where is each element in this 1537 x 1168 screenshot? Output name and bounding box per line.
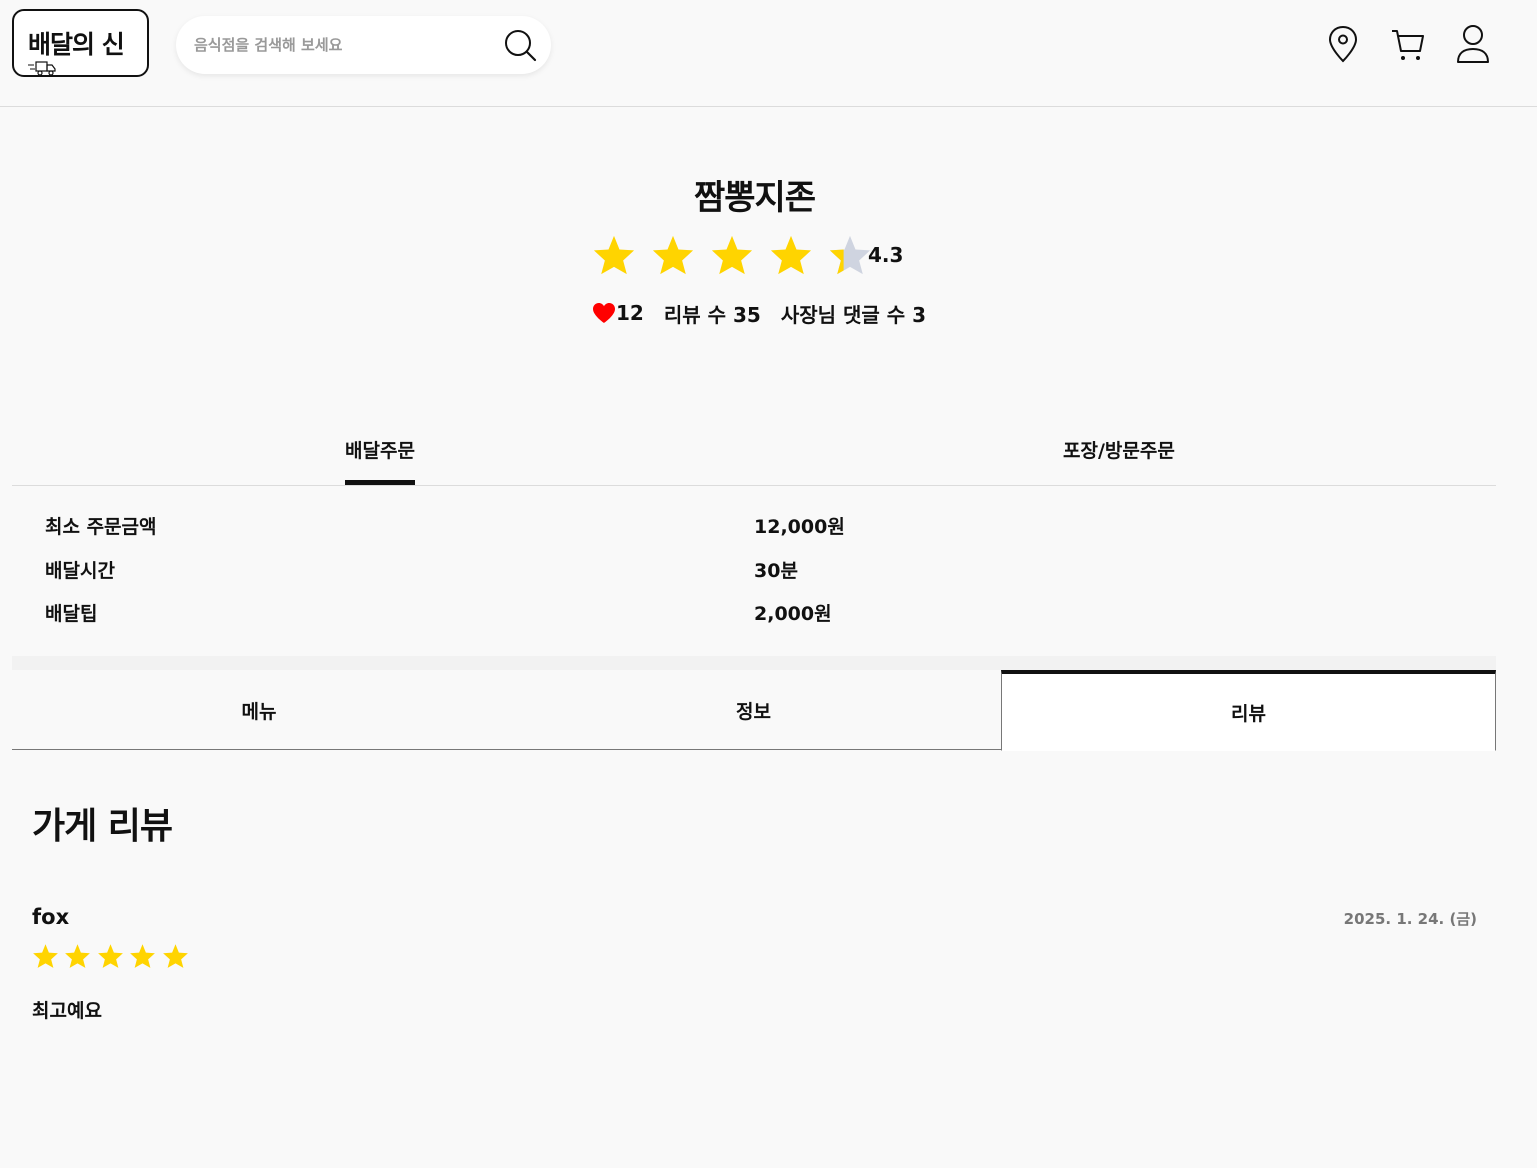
store-stats: 12 리뷰 수 35 사장님 댓글 수 3: [592, 298, 926, 328]
logo-text: 배달의 신: [28, 30, 125, 59]
info-value: 12,000원: [754, 516, 845, 538]
rating-value: 4.3: [868, 243, 904, 267]
info-label: 배달시간: [45, 560, 115, 582]
delivery-time-row: 배달시간 30분: [45, 556, 1045, 586]
info-value: 30분: [754, 560, 798, 582]
review-author: fox: [32, 905, 70, 929]
likes-count: 12: [616, 301, 644, 325]
search-icon[interactable]: [502, 27, 538, 63]
search-input[interactable]: [194, 30, 494, 60]
star-icon: [710, 232, 769, 278]
review-count: 리뷰 수 35: [663, 302, 761, 327]
star-icon: [651, 232, 710, 278]
star-icon: [64, 940, 96, 972]
main-tabs: 메뉴 정보 리뷰: [12, 670, 1496, 751]
star-icon: [32, 940, 64, 972]
info-label: 최소 주문금액: [45, 516, 157, 538]
info-value: 2,000원: [754, 603, 832, 625]
store-name: 짬뽕지존: [693, 178, 816, 218]
user-icon[interactable]: [1451, 22, 1495, 66]
min-order-row: 최소 주문금액 12,000원: [45, 512, 1045, 542]
star-icon: [769, 232, 828, 278]
tab-info[interactable]: 정보: [506, 670, 1001, 750]
review-rating: [32, 940, 194, 972]
tab-reviews[interactable]: 리뷰: [1001, 670, 1496, 751]
star-icon: [592, 232, 651, 278]
logo[interactable]: 배달의 신: [12, 9, 149, 77]
delivery-truck-icon: [28, 61, 56, 76]
section-divider: [12, 656, 1496, 670]
top-header: 배달의 신: [0, 0, 1537, 107]
store-rating: 4.3: [592, 231, 903, 279]
reviews-title: 가게 리뷰: [32, 806, 173, 847]
location-pin-icon[interactable]: [1321, 22, 1365, 66]
star-icon: [97, 940, 129, 972]
tab-pickup-order[interactable]: 포장/방문주문: [1063, 436, 1175, 486]
tab-menu[interactable]: 메뉴: [12, 670, 506, 750]
search-bar: [176, 16, 551, 74]
cart-icon[interactable]: [1386, 22, 1430, 66]
owner-reply-count: 사장님 댓글 수 3: [780, 302, 927, 327]
star-icon: [129, 940, 161, 972]
review-date: 2025. 1. 24. (금): [1343, 910, 1477, 928]
heart-icon[interactable]: [592, 302, 616, 324]
review-text: 최고예요: [32, 1000, 102, 1022]
info-label: 배달팁: [45, 603, 98, 625]
tab-delivery-order[interactable]: 배달주문: [345, 436, 415, 486]
delivery-tip-row: 배달팁 2,000원: [45, 599, 1045, 629]
star-icon: [162, 940, 194, 972]
order-type-tabs: 배달주문 포장/방문주문: [12, 420, 1496, 486]
